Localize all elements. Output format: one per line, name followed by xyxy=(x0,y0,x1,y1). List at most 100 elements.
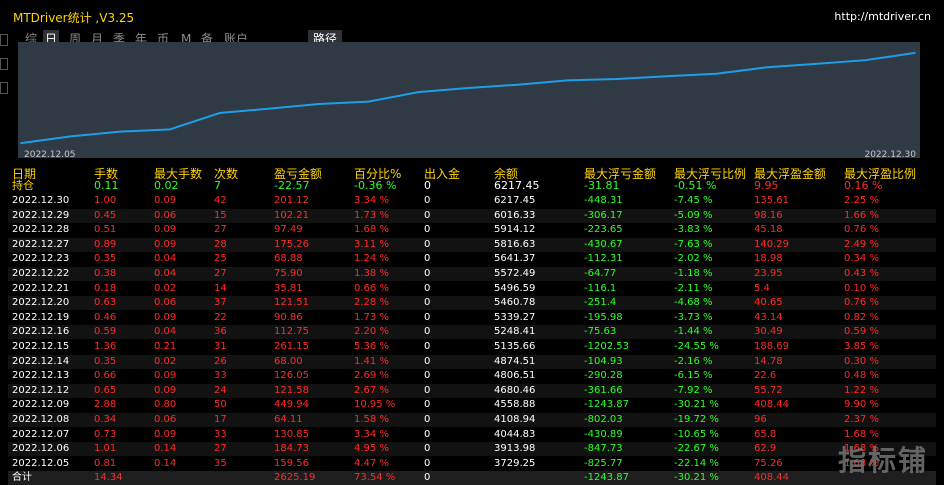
equity-point xyxy=(665,75,668,78)
cell-pnl: 102.21 xyxy=(274,209,309,221)
cell-mfl: -448.31 xyxy=(584,195,623,206)
table-row[interactable]: 2022.12.07 0.73 0.09 33 130.85 3.34 % 0 4044.83… xyxy=(8,428,936,442)
cell-mfl: -251.4 xyxy=(584,297,617,309)
cell-mflp: -10.65 % xyxy=(674,428,719,440)
cell-balance: 4680.46 xyxy=(494,384,536,396)
cell-count: 27 xyxy=(214,443,227,455)
cell-mfpp: 2.37 % xyxy=(844,414,879,425)
cell-inout: 0 xyxy=(424,179,431,192)
cell-balance: 5641.37 xyxy=(494,253,536,265)
cell-count: 28 xyxy=(214,238,227,250)
equity-chart-svg: 2022.12.05 2022.12.30 xyxy=(18,42,920,158)
cell-count: 35 xyxy=(214,457,227,469)
equity-point xyxy=(218,112,221,114)
cell-mfl: -306.17 xyxy=(584,209,623,221)
cell-mfl: -75.63 xyxy=(584,326,617,338)
table-row[interactable]: 2022.12.21 0.18 0.02 14 35.81 0.66 % 0 5496.59 -… xyxy=(8,282,936,296)
cell-pnl: 130.85 xyxy=(274,428,309,440)
cell-balance: 5572.49 xyxy=(494,268,536,279)
cell-mfl: -847.73 xyxy=(584,443,623,455)
cell-mfp: 22.6 xyxy=(754,370,777,382)
cell-inout: 0 xyxy=(424,224,431,236)
cell-mflp: -1.44 % xyxy=(674,326,713,338)
cell-mfp: 140.29 xyxy=(754,238,789,250)
cell-count: 15 xyxy=(214,209,227,221)
cell-max_lots: 0.80 xyxy=(154,399,177,411)
cell-balance: 4806.51 xyxy=(494,370,536,382)
equity-point xyxy=(715,72,718,75)
cell-lots: 0.59 xyxy=(94,326,117,338)
equity-point xyxy=(417,91,420,93)
toolbar-button[interactable] xyxy=(0,82,8,94)
table-row[interactable]: 2022.12.28 0.51 0.09 27 97.49 1.68 % 0 5914.12 -… xyxy=(8,223,936,237)
cell-mfpp: 0.48 % xyxy=(844,370,879,382)
cell-mfp: 408.44 xyxy=(754,399,789,411)
cell-balance: 4874.51 xyxy=(494,355,536,367)
table-row[interactable]: 2022.12.15 1.36 0.21 31 261.15 5.36 % 0 5135.66… xyxy=(8,340,936,354)
cell-mfl: -195.98 xyxy=(584,311,623,323)
cell-mfp: 135.61 xyxy=(754,195,789,206)
cell-inout: 0 xyxy=(424,443,431,455)
table-row[interactable]: 2022.12.09 2.88 0.80 50 449.94 10.95 % 0 4558.8… xyxy=(8,398,936,412)
cell-pct: 3.34 % xyxy=(354,428,389,440)
cell-mfp: 55.72 xyxy=(754,384,783,396)
cell-mflp: -7.45 % xyxy=(674,195,713,206)
cell-mfpp: 0.43 % xyxy=(844,268,879,279)
cell-pct: 3.34 % xyxy=(354,195,389,206)
cell-pnl: 184.73 xyxy=(274,443,309,455)
toolbar-button[interactable] xyxy=(0,58,8,70)
cell-count: 42 xyxy=(214,195,227,206)
cell-balance: 3729.25 xyxy=(494,457,536,469)
cell-lots: 0.66 xyxy=(94,370,117,382)
website-link[interactable]: http://mtdriver.cn xyxy=(834,10,931,23)
cell-mfl: -1202.53 xyxy=(584,341,629,352)
table-row[interactable]: 2022.12.23 0.35 0.04 25 68.88 1.24 % 0 5641.37 -… xyxy=(8,252,936,266)
cell-max_lots: 0.09 xyxy=(154,311,177,323)
cell-mfp: 14.78 xyxy=(754,355,783,367)
window-title: MTDriver统计 ,V3.25 xyxy=(13,11,135,25)
equity-point xyxy=(268,107,271,110)
table-row[interactable]: 2022.12.12 0.65 0.09 24 121.58 2.67 % 0 4680.46… xyxy=(8,383,936,398)
cell-mfp: 18.98 xyxy=(754,253,783,265)
cell-max_lots: 0.09 xyxy=(154,370,177,382)
table-row[interactable]: 2022.12.06 1.01 0.14 27 184.73 4.95 % 0 3913.98… xyxy=(8,442,936,457)
table-row[interactable]: 2022.12.27 0.89 0.09 28 175.26 3.11 % 0 5816.63… xyxy=(8,237,936,252)
cell-mfp: 45.18 xyxy=(754,224,783,236)
table-row[interactable]: 2022.12.05 0.81 0.14 35 159.56 4.47 % 0 3729.25… xyxy=(8,457,936,471)
cell-balance: 5135.66 xyxy=(494,341,536,352)
cell-pct: 10.95 % xyxy=(354,399,396,411)
toolbar-button[interactable] xyxy=(0,34,8,46)
cell-max_lots: 0.09 xyxy=(154,195,177,206)
cell-max_lots: 0.06 xyxy=(154,414,177,425)
table-row[interactable]: 2022.12.30 1.00 0.09 42 201.12 3.34 % 0 6217.45… xyxy=(8,194,936,208)
table-row[interactable]: 2022.12.16 0.59 0.04 36 112.75 2.20 % 0 5248.41… xyxy=(8,325,936,340)
table-row[interactable]: 2022.12.22 0.38 0.04 27 75.90 1.38 % 0 5572.49 -… xyxy=(8,267,936,281)
cell-mfl: -104.93 xyxy=(584,355,623,367)
table-row[interactable]: 2022.12.08 0.34 0.06 17 64.11 1.58 % 0 4108.94 -… xyxy=(8,413,936,427)
cell-mflp: -22.14 % xyxy=(674,457,719,469)
equity-point xyxy=(169,128,171,131)
table-row[interactable]: 2022.12.20 0.63 0.06 37 121.51 2.28 % 0 5460.78… xyxy=(8,296,936,311)
holding-row[interactable]: 持仓 0.11 0.02 7 -22.57 -0.36 % 0 6217.45 … xyxy=(8,179,936,193)
cell-pct: 1.73 % xyxy=(354,311,389,323)
cell-mfp: 62.9 xyxy=(754,443,777,455)
table-row[interactable]: 2022.12.19 0.46 0.09 22 90.86 1.73 % 0 5339.27 -… xyxy=(8,311,936,325)
cell-count: 37 xyxy=(214,297,227,309)
cell-pnl: 68.00 xyxy=(274,355,303,367)
cell-mflp: -2.11 % xyxy=(674,282,713,294)
cell-pct: 1.38 % xyxy=(354,268,389,279)
cell-lots: 0.11 xyxy=(94,179,119,192)
table-row[interactable]: 2022.12.29 0.45 0.06 15 102.21 1.73 % 0 6016.33… xyxy=(8,208,936,223)
table-row[interactable]: 2022.12.14 0.35 0.02 26 68.00 1.41 % 0 4874.51 -… xyxy=(8,354,936,369)
cell-balance: 4558.88 xyxy=(494,399,536,411)
cell-mfp: 5.4 xyxy=(754,282,770,294)
cell-pnl: 121.58 xyxy=(274,384,309,396)
cell-pnl: 159.56 xyxy=(274,457,309,469)
table-row[interactable]: 2022.12.13 0.66 0.09 33 126.05 2.69 % 0 4806.51… xyxy=(8,369,936,383)
cell-max-float-loss: -31.81 xyxy=(584,179,620,192)
cell-pct: 2.67 % xyxy=(354,384,389,396)
cell-max_lots: 0.02 xyxy=(154,355,177,367)
cell-count: 33 xyxy=(214,370,227,382)
cell-mflp: -6.15 % xyxy=(674,370,713,382)
cell-inout: 0 xyxy=(424,457,431,469)
